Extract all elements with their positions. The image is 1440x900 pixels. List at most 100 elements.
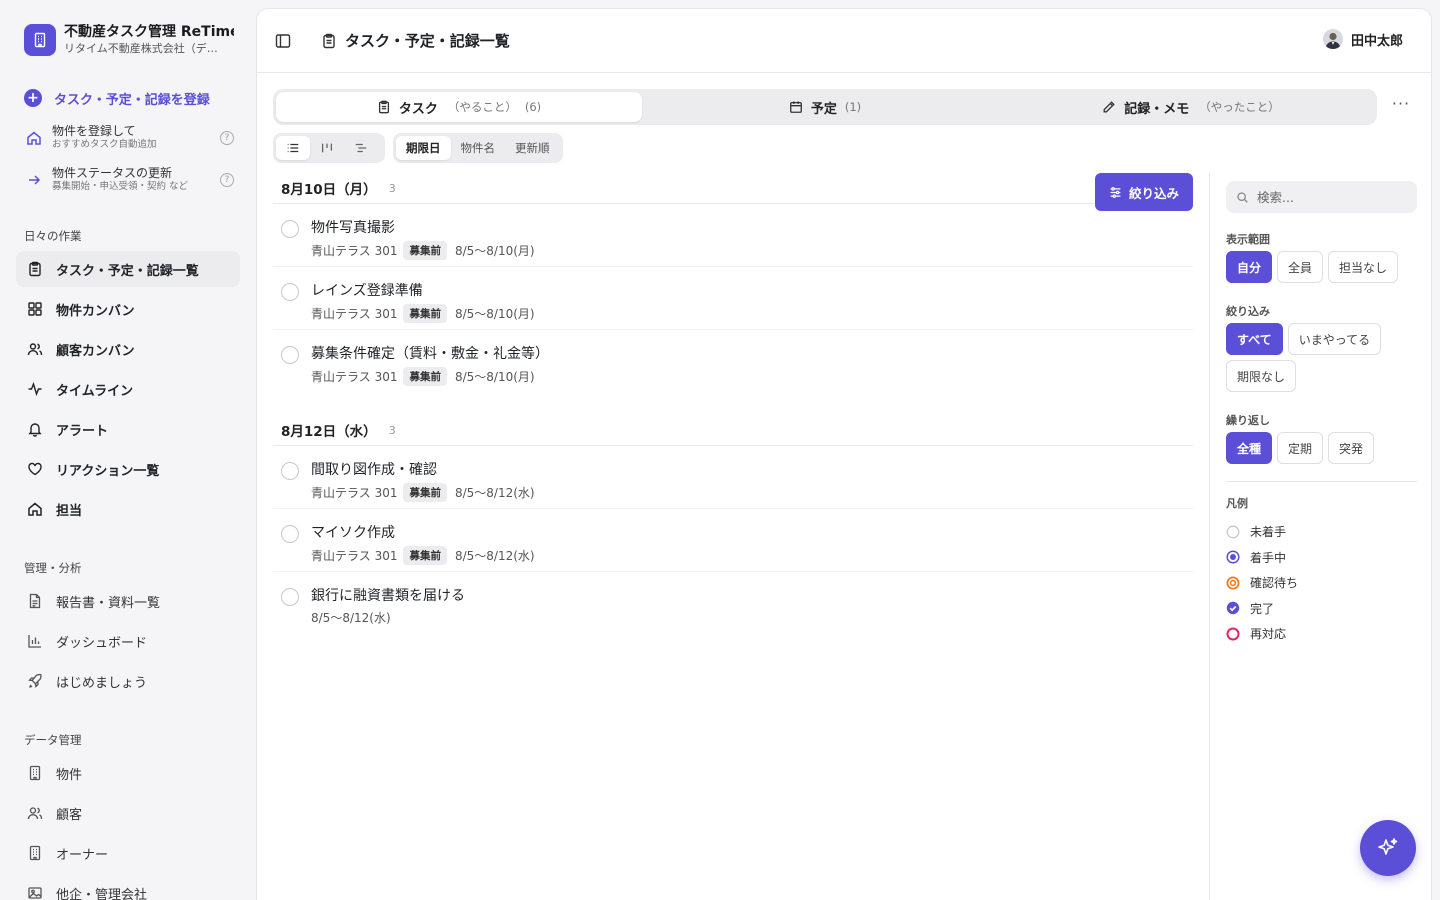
register-property-action[interactable]: 物件を登録して おすすめタスク自動追加 ? [24, 124, 234, 151]
building-icon [26, 844, 44, 862]
sidebar-item-label: オーナー [56, 847, 109, 863]
scope-chip-unassigned[interactable]: 担当なし [1328, 251, 1399, 283]
narrow-chip-no-deadline[interactable]: 期限なし [1226, 360, 1297, 392]
pencil-icon [1102, 100, 1116, 114]
sidebar-item-management-companies[interactable]: 他企・管理会社 [16, 875, 240, 900]
clipboard-icon [321, 33, 337, 49]
gantt-view-button[interactable] [344, 136, 378, 160]
sidebar-item-owners[interactable]: オーナー [16, 835, 240, 871]
status-checkbox[interactable] [281, 588, 299, 606]
sidebar-item-customer-kanban[interactable]: 顧客カンバン [16, 331, 240, 367]
sidebar-item-task-list[interactable]: タスク・予定・記録一覧 [16, 251, 240, 287]
tab-records[interactable]: 記録・メモ （やったこと） [1008, 92, 1374, 122]
sort-toggle: 期限日 物件名 更新順 [393, 133, 563, 163]
repeat-chip-adhoc[interactable]: 突発 [1328, 432, 1375, 464]
task-row[interactable]: 間取り図作成・確認 青山テラス 301 募集前 8/5〜8/12(水) [273, 446, 1193, 509]
sidebar-item-label: タイムライン [56, 383, 134, 399]
legend-item: 確認待ち [1226, 570, 1298, 596]
sidebar-item-label: ダッシュボード [56, 635, 148, 651]
task-title: 物件写真撮影 [311, 220, 395, 236]
list-view-button[interactable] [276, 136, 310, 160]
view-mode-toggle [273, 133, 385, 163]
tab-label: タスク [398, 101, 438, 117]
legend-label: 確認待ち [1250, 576, 1299, 591]
tab-sublabel: （やったこと） [1199, 100, 1280, 114]
sidebar-item-reactions[interactable]: リアクション一覧 [16, 451, 240, 487]
kanban-view-button[interactable] [310, 136, 344, 160]
task-row[interactable]: 募集条件確定（賃料・敷金・礼金等） 青山テラス 301 募集前 8/5〜8/10… [273, 330, 1193, 393]
task-title: 間取り図作成・確認 [311, 462, 437, 478]
date-group-header: 8月12日（水） 3 [273, 415, 1193, 446]
filter-panel: 表示範囲 自分 全員 担当なし 絞り込み すべて いまやってる 期限なし 繰り返… [1209, 173, 1432, 900]
group-date: 8月12日（水） [281, 424, 377, 440]
status-checkbox[interactable] [281, 462, 299, 480]
status-checkbox[interactable] [281, 220, 299, 238]
narrow-chip-all[interactable]: すべて [1226, 323, 1283, 355]
quick-action-sub: 募集開始・申込受領・契約 など [52, 181, 189, 192]
sparkles-icon [1376, 836, 1400, 860]
sort-due-date-button[interactable]: 期限日 [396, 136, 451, 160]
sidebar-item-reports[interactable]: 報告書・資料一覧 [16, 583, 240, 619]
more-options-icon[interactable]: ··· [1391, 96, 1411, 117]
sort-property-name-button[interactable]: 物件名 [451, 136, 506, 160]
sidebar-item-dashboard[interactable]: ダッシュボード [16, 623, 240, 659]
status-badge: 募集前 [403, 241, 447, 260]
update-status-action[interactable]: 物件ステータスの更新 募集開始・申込受領・契約 など ? [24, 166, 234, 193]
status-checkbox[interactable] [281, 283, 299, 301]
brand[interactable]: 不動産タスク管理 ReTime リタイム不動産株式会社（デ… [24, 24, 234, 56]
sidebar-item-assignee[interactable]: 担当 [16, 491, 240, 527]
users-icon [26, 804, 44, 822]
scope-chip-mine[interactable]: 自分 [1226, 251, 1273, 283]
sidebar-item-timeline[interactable]: タイムライン [16, 371, 240, 407]
clipboard-icon [377, 100, 391, 114]
status-done-icon [1226, 601, 1240, 615]
task-row[interactable]: 物件写真撮影 青山テラス 301 募集前 8/5〜8/10(月) [273, 204, 1193, 267]
repeat-chips: 全種 定期 突発 [1226, 432, 1421, 464]
document-icon [26, 592, 44, 610]
repeat-chip-regular[interactable]: 定期 [1277, 432, 1324, 464]
register-task-button[interactable]: + タスク・予定・記録を登録 [24, 88, 210, 108]
image-icon [26, 884, 44, 900]
sidebar-toggle-icon[interactable] [275, 33, 291, 49]
mgmt-section-label: 管理・分析 [24, 561, 82, 575]
help-icon[interactable]: ? [220, 172, 234, 187]
legend-item: 着手中 [1226, 545, 1298, 571]
task-row[interactable]: マイソク作成 青山テラス 301 募集前 8/5〜8/12(水) [273, 509, 1193, 572]
narrow-chip-in-progress[interactable]: いまやってる [1287, 323, 1382, 355]
page-title: タスク・予定・記録一覧 [321, 30, 510, 51]
status-badge: 募集前 [403, 304, 447, 323]
sidebar-item-alert[interactable]: アラート [16, 411, 240, 447]
sort-updated-button[interactable]: 更新順 [505, 136, 560, 160]
help-icon[interactable]: ? [220, 130, 234, 145]
avatar [1322, 29, 1343, 49]
search-input[interactable] [1257, 189, 1407, 205]
divider [1226, 481, 1417, 482]
sidebar-item-property-kanban[interactable]: 物件カンバン [16, 291, 240, 327]
sidebar-item-label: 物件 [56, 767, 83, 783]
scope-chip-all[interactable]: 全員 [1277, 251, 1324, 283]
tab-schedule[interactable]: 予定 (1) [642, 92, 1008, 122]
sidebar-item-label: 顧客 [56, 807, 83, 823]
tab-label: 予定 [810, 101, 837, 117]
task-title: マイソク作成 [311, 525, 395, 541]
main-panel: タスク・予定・記録一覧 田中太郎 タスク （やること） (6) 予定 (1) 記… [256, 8, 1432, 900]
clipboard-icon [26, 260, 44, 278]
repeat-chip-all[interactable]: 全種 [1226, 432, 1273, 464]
sidebar-item-getting-started[interactable]: はじめましょう [16, 663, 240, 699]
ai-assistant-button[interactable] [1360, 820, 1416, 876]
sidebar-item-properties[interactable]: 物件 [16, 755, 240, 791]
tab-tasks[interactable]: タスク （やること） (6) [276, 92, 642, 122]
sidebar-item-customers[interactable]: 顧客 [16, 795, 240, 831]
tab-count: (6) [524, 100, 542, 114]
search-box[interactable] [1226, 181, 1417, 213]
task-row[interactable]: レインズ登録準備 青山テラス 301 募集前 8/5〜8/10(月) [273, 267, 1193, 330]
user-menu[interactable]: 田中太郎 [1322, 29, 1403, 49]
tab-label: 記録・メモ [1124, 101, 1190, 117]
brand-title: 不動産タスク管理 ReTime [64, 24, 234, 40]
filter-button[interactable]: 絞り込み [1095, 173, 1193, 211]
task-row[interactable]: 銀行に融資書類を届ける 8/5〜8/12(水) [273, 572, 1193, 635]
status-checkbox[interactable] [281, 525, 299, 543]
status-checkbox[interactable] [281, 346, 299, 364]
building-icon [26, 764, 44, 782]
grid-icon [26, 300, 44, 318]
